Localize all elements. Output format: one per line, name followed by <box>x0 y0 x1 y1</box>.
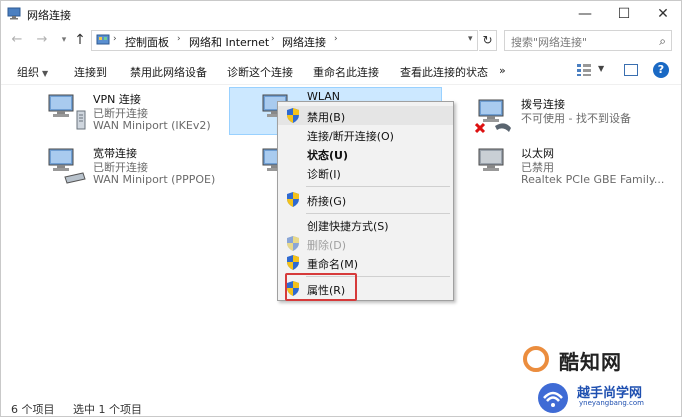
menu-item-label: 状态(U) <box>307 149 348 162</box>
window-title: 网络连接 <box>27 9 71 22</box>
search-placeholder: 搜索"网络连接" <box>511 36 588 49</box>
menu-item-label: 重命名(M) <box>307 258 359 271</box>
breadcrumb-control-panel[interactable]: 控制面板 <box>125 34 169 50</box>
watermark-wifi-logo-icon <box>538 383 568 413</box>
minimize-button[interactable]: — <box>568 1 602 27</box>
control-panel-icon <box>96 34 110 45</box>
connection-item-ethernet[interactable]: 以太网 已禁用 Realtek PCIe GBE Family... <box>475 145 675 189</box>
connect-to-button[interactable]: 连接到 <box>74 64 107 80</box>
watermark-brand: 酷知网 <box>559 350 622 374</box>
rename-connection-button[interactable]: 重命名此连接 <box>313 64 379 80</box>
watermark-logo-icon <box>523 346 549 372</box>
maximize-button[interactable]: ☐ <box>607 1 641 27</box>
uac-shield-icon <box>287 108 299 123</box>
menu-item-delete[interactable]: 删除(D) <box>278 234 453 253</box>
watermark-site: yneyangbang.com <box>579 399 644 407</box>
connection-device: WAN Miniport (IKEv2) <box>93 119 211 132</box>
breadcrumb-network-connections[interactable]: 网络连接 <box>282 34 326 50</box>
menu-item-rename[interactable]: 重命名(M) <box>278 253 453 272</box>
properties-highlight-box <box>285 273 357 301</box>
recent-locations-chevron-icon[interactable]: ▾ <box>56 32 72 48</box>
close-button[interactable]: ✕ <box>646 1 680 27</box>
uac-shield-icon <box>287 192 299 207</box>
help-icon[interactable]: ? <box>653 62 669 78</box>
connection-item-vpn[interactable]: VPN 连接 已断开连接 WAN Miniport (IKEv2) <box>47 91 247 135</box>
menu-item-label: 诊断(I) <box>307 168 341 181</box>
uac-shield-icon <box>287 236 299 251</box>
menu-item-connect-disconnect[interactable]: 连接/断开连接(O) <box>278 125 453 144</box>
selected-count: 选中 1 个项目 <box>73 403 142 416</box>
breadcrumb-separator-icon: › <box>113 34 117 44</box>
forward-arrow-icon[interactable]: → <box>34 32 50 48</box>
search-input[interactable]: 搜索"网络连接" ⌕ <box>504 30 672 51</box>
broadband-connection-icon <box>48 148 86 184</box>
command-bar: 组织 ▼ 连接到 禁用此网络设备 诊断这个连接 重命名此连接 查看此连接的状态 »… <box>1 57 681 85</box>
connection-item-dialup[interactable]: 拨号连接 不可使用 - 找不到设备 <box>475 96 675 140</box>
preview-pane-icon[interactable] <box>624 64 638 76</box>
menu-separator <box>306 186 450 187</box>
menu-item-label: 删除(D) <box>307 239 347 252</box>
menu-item-diagnose[interactable]: 诊断(I) <box>278 163 453 182</box>
back-arrow-icon[interactable]: ← <box>9 32 25 48</box>
menu-item-status[interactable]: 状态(U) <box>278 144 453 163</box>
connection-device: Realtek PCIe GBE Family... <box>521 173 665 186</box>
vpn-connection-icon <box>48 94 86 130</box>
breadcrumb-network-internet[interactable]: 网络和 Internet <box>189 34 269 50</box>
view-dropdown-icon[interactable]: ▼ <box>598 64 604 73</box>
view-status-button[interactable]: 查看此连接的状态 <box>400 64 488 80</box>
breadcrumb-separator-icon: › <box>177 34 181 44</box>
ethernet-connection-icon <box>478 148 504 171</box>
address-dropdown-icon[interactable]: ▾ <box>468 34 473 44</box>
menu-item-label: 连接/断开连接(O) <box>307 130 394 143</box>
more-commands-button[interactable]: » <box>499 64 506 77</box>
uac-shield-icon <box>287 255 299 270</box>
connection-status: 不可使用 - 找不到设备 <box>521 112 631 125</box>
address-bar[interactable]: › 控制面板 › 网络和 Internet › 网络连接 › ▾ <box>91 30 478 51</box>
organize-button[interactable]: 组织 ▼ <box>17 64 48 80</box>
dialup-connection-icon <box>475 99 511 134</box>
address-row: ← → ▾ ↑ › 控制面板 › 网络和 Internet › 网络连接 › ▾… <box>1 28 681 54</box>
menu-item-disable[interactable]: 禁用(B) <box>278 106 453 125</box>
refresh-icon[interactable]: ↻ <box>479 30 497 51</box>
breadcrumb-separator-icon: › <box>334 34 338 44</box>
menu-item-bridge[interactable]: 桥接(G) <box>278 190 453 209</box>
disable-device-button[interactable]: 禁用此网络设备 <box>130 64 207 80</box>
view-options-icon[interactable] <box>577 64 591 76</box>
connection-device: WAN Miniport (PPPOE) <box>93 173 216 186</box>
connection-item-broadband[interactable]: 宽带连接 已断开连接 WAN Miniport (PPPOE) <box>47 145 247 189</box>
menu-separator <box>306 213 450 214</box>
menu-item-create-shortcut[interactable]: 创建快捷方式(S) <box>278 215 453 234</box>
title-bar: 网络连接 — ☐ ✕ <box>1 1 681 27</box>
search-icon: ⌕ <box>659 34 666 48</box>
chevron-down-icon: ▼ <box>42 69 49 78</box>
network-connections-window: 网络连接 — ☐ ✕ ← → ▾ ↑ › 控制面板 › 网络和 Internet… <box>0 0 682 417</box>
item-count: 6 个项目 <box>11 403 55 416</box>
up-arrow-icon[interactable]: ↑ <box>72 32 88 48</box>
menu-item-label: 禁用(B) <box>307 111 346 124</box>
menu-item-label: 创建快捷方式(S) <box>307 220 389 233</box>
context-menu: 禁用(B) 连接/断开连接(O) 状态(U) 诊断(I) 桥接(G) 创建快捷方… <box>277 101 454 301</box>
diagnose-connection-button[interactable]: 诊断这个连接 <box>227 64 293 80</box>
network-folder-icon <box>7 7 21 20</box>
breadcrumb-separator-icon: › <box>271 34 275 44</box>
menu-item-label: 桥接(G) <box>307 195 347 208</box>
